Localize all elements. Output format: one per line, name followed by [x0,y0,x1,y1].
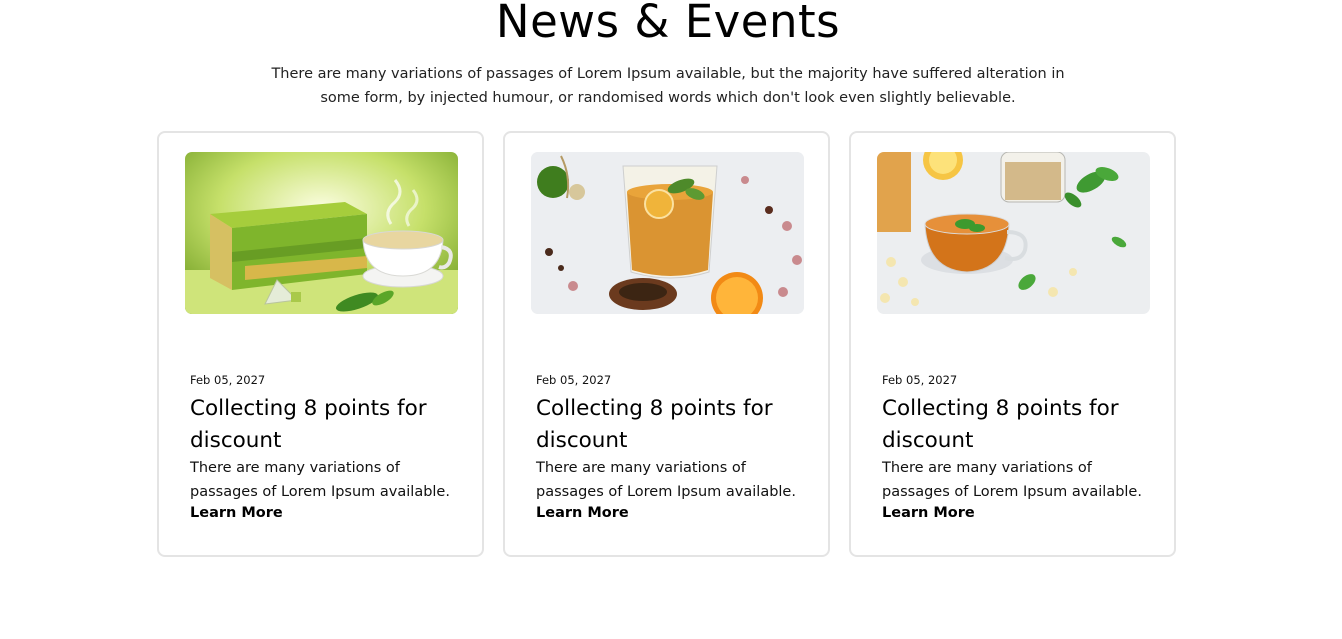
news-title[interactable]: Collecting 8 points for discount [536,393,806,457]
news-date: Feb 05, 2027 [882,373,958,387]
section-subtitle: There are many variations of passages of… [271,66,1065,106]
news-card: Feb 05, 2027 Collecting 8 points for dis… [157,131,484,557]
news-date: Feb 05, 2027 [190,373,266,387]
learn-more-link[interactable]: Learn More [536,505,629,521]
section-title: News & Events [495,0,841,48]
news-card: Feb 05, 2027 Collecting 8 points for dis… [849,131,1176,557]
news-date: Feb 05, 2027 [536,373,612,387]
news-card: Feb 05, 2027 Collecting 8 points for dis… [503,131,830,557]
learn-more-link[interactable]: Learn More [190,505,283,521]
news-title[interactable]: Collecting 8 points for discount [190,393,460,457]
news-events-section: News & Events There are many variations … [0,0,1342,639]
news-excerpt: There are many variations of passages of… [190,460,450,500]
news-excerpt: There are many variations of passages of… [536,460,796,500]
green-tea-box-image[interactable] [185,152,458,314]
news-card-list: Feb 05, 2027 Collecting 8 points for dis… [157,131,1180,559]
news-title[interactable]: Collecting 8 points for discount [882,393,1152,457]
news-excerpt: There are many variations of passages of… [882,460,1142,500]
tea-glass-with-orange-image[interactable] [531,152,804,314]
learn-more-link[interactable]: Learn More [882,505,975,521]
herbal-tea-cup-image[interactable] [877,152,1150,314]
